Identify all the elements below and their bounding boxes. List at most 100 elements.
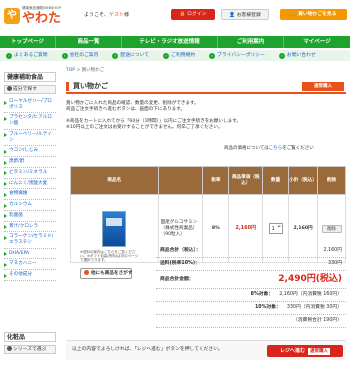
tax-row: 10%対象： 330円（内消費税 30円） [156,302,346,315]
sidebar-item[interactable]: ビタミン/ミネラル [4,168,56,179]
nav-guide[interactable]: ご利用案内 [218,36,284,48]
nav-tv-radio[interactable]: テレビ・ラジオ放送情報 [122,36,218,48]
logo-mark: や [4,8,20,24]
price-note-suffix: をご覧ください [282,146,314,151]
login-label: ログイン [187,12,207,17]
arrow-icon: › [163,52,170,59]
subnav-label: プライバシーポリシー [217,52,265,58]
sidebar: 健康補助食品 成分で探す ローヤルゼリー/プロポリス プラセンタ/ヒアルロン酸 … [4,72,56,281]
welcome-message: ようこそ、ゲスト様 [84,12,129,18]
sidebar-cosmetics: 化粧品 シリーズで選ぶ [4,332,56,354]
view-cart-label: 買い物かごを見る [298,12,337,17]
proceed-to-checkout-button[interactable]: レジへ進む 通常購入 [267,345,343,357]
total-row: 送料(税率10%)： 330円 [156,258,346,271]
breadcrumb-home[interactable]: TOP [66,68,75,73]
subnav-terms[interactable]: › ご利用規約 [163,52,196,59]
sidebar-item[interactable]: ウコン/しじみ [4,146,56,158]
subnav-label: ご利用規約 [171,52,196,58]
sidebar-item[interactable]: プラセンタ/ヒアルロン酸 [4,113,56,130]
subnav-label: お問い合わせ [286,52,316,58]
site-logo[interactable]: や 健康食品通販WEBSHOP やわた [4,6,68,28]
sidebar-item[interactable]: 黒酢/酢 [4,157,56,168]
total-label: 送料(税率10%)： [160,261,200,267]
sidebar-item[interactable]: ローヤルゼリー/プロポリス [4,97,56,114]
tax-label: 10%対象： [254,305,281,311]
nav-top[interactable]: トップページ [0,36,56,48]
page-title: 買い物かご [66,82,108,91]
col-product-image: 商品名 [70,166,159,195]
sidebar-item[interactable]: カルシウム [4,200,56,211]
checkout-message: 以上の内容でよろしければ、「レジへ進む」ボタンを押してください。 [72,347,223,352]
sidebar-heading: 健康補助食品 [4,72,56,82]
continue-shopping-button[interactable]: 他にも商品をさがす [80,268,132,279]
price-note: 商品の価格についてはこちらをご覧ください [224,146,314,151]
subnav-company[interactable]: › 会社のご案内 [61,52,99,59]
tax-value: （消費税合計 190円） [292,318,342,324]
register-label: お客様登録 [236,13,261,18]
arrow-icon: › [112,52,119,59]
welcome-prefix: ようこそ、 [84,12,110,18]
welcome-guest-name: ゲスト [109,12,125,18]
totals-panel: 商品合計（税込）： 2,160円 送料(税率10%)： 330円 商品合計金額： 2,… [156,245,346,328]
main-nav: トップページ 商品一覧 テレビ・ラジオ放送情報 ご利用案内 マイページ [0,36,350,48]
total-row: 商品合計（税込）： 2,160円 [156,245,346,258]
tax-value: 2,160円（内消費税 160円） [279,292,342,298]
proceed-tag: 通常購入 [308,348,330,355]
subnav-label: 会社のご案内 [69,52,99,58]
col-delete: 削除 [317,166,346,195]
view-cart-button[interactable]: 🛒 買い物かごを見る [280,9,347,20]
welcome-suffix: 様 [124,12,130,18]
subnav-contact[interactable]: › お問い合わせ [278,52,316,59]
col-unit-price: 商品単価（税込） [228,166,264,195]
grand-total-row: 商品合計金額： 2,490円(税込) [156,271,346,289]
subnav-privacy[interactable]: › プライバシーポリシー [209,52,265,59]
delete-button[interactable]: 削除 [321,224,342,233]
product-image[interactable] [102,210,127,247]
nav-mypage[interactable]: マイページ [284,36,350,48]
page-title-bar: 買い物かご 通常購入 [66,82,346,94]
tax-row: （消費税合計 190円） [156,315,346,328]
register-button[interactable]: 👤 お客様登録 [221,9,269,20]
sidebar-item[interactable]: DHA/EPA [4,249,56,260]
table-header-row: 商品名 税率 商品単価（税込） 数量 小計（税込） 削除 [70,166,346,195]
arrow-icon: › [61,52,68,59]
login-button[interactable]: 🔒 ログイン [171,9,215,20]
subnav-shipping[interactable]: › 配送について [112,52,149,59]
sidebar-item[interactable]: 食物繊維 [4,189,56,201]
breadcrumb: TOP > 買い物かご [66,68,104,73]
sidebar-item[interactable]: マヌカハニー [4,259,56,271]
col-product-name [157,166,204,195]
breadcrumb-separator: > [75,68,82,73]
sidebar-item[interactable]: にんにく/黒酸大麦 [4,179,56,190]
nav-products[interactable]: 商品一覧 [56,36,122,48]
arrow-icon: › [278,52,285,59]
logo-name: やわた [22,11,62,26]
sidebar-item[interactable]: ブルーベリー/ルテイン [4,130,56,147]
quantity-stepper[interactable]: 1 [268,223,283,234]
site-header: や 健康食品通販WEBSHOP やわた ようこそ、ゲスト様 🔒 ログイン 👤 お… [0,0,350,35]
cosmetics-subheading: シリーズで選ぶ [4,345,56,354]
col-qty: 数量 [262,166,290,195]
sidebar-item[interactable]: 乳酸菌 [4,211,56,222]
arrow-icon [84,270,89,275]
unit-price-value: 2,160円 [235,225,257,232]
sidebar-item[interactable]: コラーゲン/セラミド/エラスチン [4,232,56,249]
cosmetics-sub-label: シリーズで選ぶ [13,347,47,352]
checkout-bar: 以上の内容でよろしければ、「レジへ進む」ボタンを押してください。 レジへ進む 通常… [66,340,346,360]
arrow-icon: › [6,52,12,59]
continue-shopping-label: 他にも商品をさがす [91,271,133,276]
proceed-label: レジへ進む [279,348,305,354]
grand-total-value: 2,490円(税込) [278,274,342,285]
price-note-link[interactable]: こちら [269,146,283,151]
sidebar-item[interactable]: その他成分 [4,270,56,281]
proceed-button-top[interactable]: 通常購入 [302,82,344,91]
sidebar-item[interactable]: 青汁/クロレラ [4,222,56,233]
cosmetics-heading: 化粧品 [4,332,56,342]
intro-line: ※10円以上のご注文はお受けすることができません。何卒ご了承ください。 [66,124,223,130]
sidebar-subheading: 成分で探す [4,85,56,94]
tax-label: 8%対象： [250,292,274,298]
tax-row: 8%対象： 2,160円（内消費税 160円） [156,289,346,302]
arrow-icon: › [209,52,216,59]
grand-total-label: 商品合計金額： [160,276,194,282]
subnav-faq[interactable]: › よくあるご質問 [6,52,48,59]
